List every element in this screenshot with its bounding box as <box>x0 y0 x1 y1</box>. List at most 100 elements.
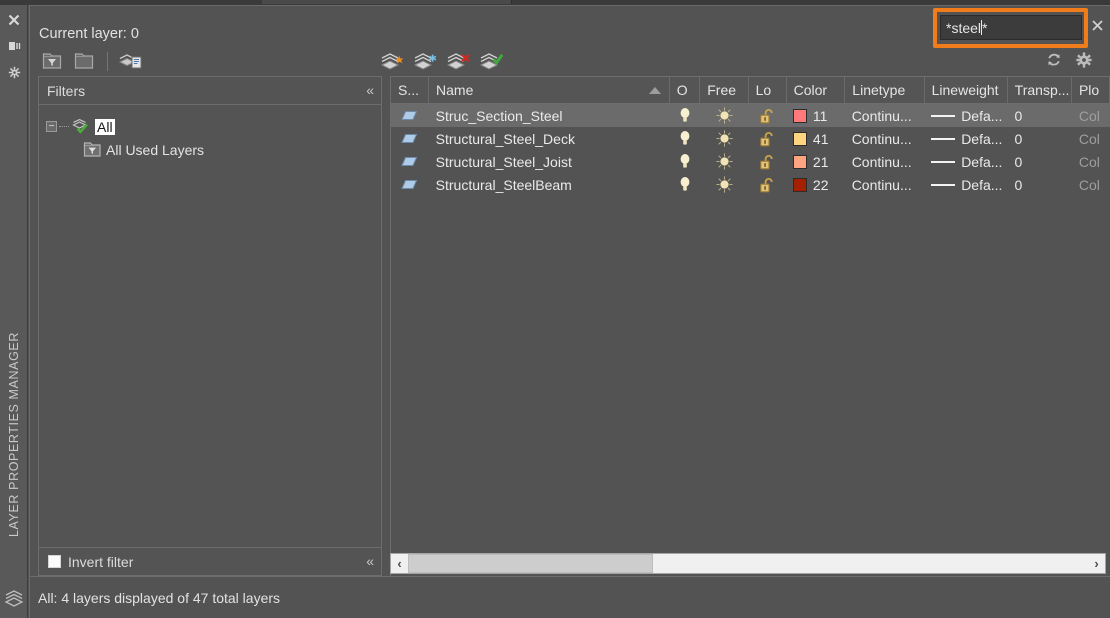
invert-filter-checkbox[interactable] <box>48 555 61 568</box>
filters-collapse-icon[interactable]: « <box>366 82 372 98</box>
layer-freeze-sun-icon[interactable] <box>700 173 748 196</box>
layer-name-cell[interactable]: Struc_Section_Steel <box>429 104 670 127</box>
tree-item-all[interactable]: − All <box>46 115 381 138</box>
column-header-name-label: Name <box>436 82 473 98</box>
new-group-filter-button[interactable] <box>70 48 98 74</box>
color-swatch <box>793 109 807 123</box>
layer-freeze-sun-icon[interactable] <box>700 150 748 173</box>
layer-lock-open-icon[interactable] <box>748 127 786 150</box>
layer-on-bulb-icon[interactable] <box>670 173 700 196</box>
layer-name-cell[interactable]: Structural_Steel_Deck <box>429 127 670 150</box>
scrollbar-thumb[interactable] <box>408 554 653 573</box>
color-number: 41 <box>813 131 829 147</box>
gear-icon[interactable] <box>1075 51 1093 69</box>
column-header-color[interactable]: Color <box>787 77 846 103</box>
new-property-filter-button[interactable] <box>38 48 66 74</box>
layer-states-manager-button[interactable] <box>117 48 145 74</box>
layer-status-icon[interactable] <box>391 150 429 173</box>
rail-icon-group <box>0 7 28 85</box>
table-row[interactable]: Structural_Steel_Joist 21Continu...Defa..… <box>391 150 1110 173</box>
layer-transparency-cell[interactable]: 0 <box>1007 173 1071 196</box>
scroll-left-arrow-icon[interactable]: ‹ <box>391 554 408 573</box>
layer-color-cell[interactable]: 11 <box>786 104 845 127</box>
color-number: 22 <box>813 177 829 193</box>
column-header-transparency[interactable]: Transp... <box>1008 77 1072 103</box>
layer-on-bulb-icon[interactable] <box>670 127 700 150</box>
column-header-freeze[interactable]: Free <box>700 77 748 103</box>
layer-lock-open-icon[interactable] <box>748 173 786 196</box>
invert-filter-row[interactable]: Invert filter « <box>39 547 381 575</box>
layer-linetype-cell[interactable]: Continu... <box>845 104 925 127</box>
column-header-linetype[interactable]: Linetype <box>845 77 924 103</box>
column-header-lock[interactable]: Lo <box>749 77 787 103</box>
search-input[interactable]: *steel* <box>940 15 1082 40</box>
layer-transparency-cell[interactable]: 0 <box>1007 104 1071 127</box>
horizontal-scrollbar[interactable]: ‹ › <box>390 553 1106 574</box>
auto-hide-icon[interactable] <box>0 33 28 59</box>
layer-color-cell[interactable]: 41 <box>786 127 845 150</box>
layer-name-cell[interactable]: Structural_Steel_Joist <box>429 150 670 173</box>
scrollbar-track[interactable] <box>408 554 1088 573</box>
layer-linetype-cell[interactable]: Continu... <box>845 150 925 173</box>
layer-lock-open-icon[interactable] <box>748 150 786 173</box>
layer-plotstyle-cell: Col <box>1072 150 1110 173</box>
refresh-icon[interactable] <box>1045 51 1063 69</box>
tree-item-all-used-layers[interactable]: All Used Layers <box>46 138 381 161</box>
color-swatch <box>793 155 807 169</box>
layer-status-icon[interactable] <box>391 127 429 150</box>
sort-ascending-icon <box>649 87 661 94</box>
column-header-status[interactable]: S... <box>391 77 429 103</box>
layer-lineweight-cell[interactable]: Defa... <box>924 127 1007 150</box>
column-header-lineweight[interactable]: Lineweight <box>925 77 1008 103</box>
delete-layer-button[interactable] <box>444 49 472 75</box>
lineweight-preview-line <box>931 138 955 140</box>
layer-color-cell[interactable]: 21 <box>786 150 845 173</box>
new-layer-vp-frozen-button[interactable] <box>411 49 439 75</box>
layer-transparency-cell[interactable]: 0 <box>1007 150 1071 173</box>
layer-freeze-sun-icon[interactable] <box>700 104 748 127</box>
column-header-name[interactable]: Name <box>429 77 670 103</box>
layer-color-cell[interactable]: 22 <box>786 173 845 196</box>
layer-lineweight-cell[interactable]: Defa... <box>924 150 1007 173</box>
layers-stack-icon[interactable] <box>0 584 28 614</box>
tree-item-label-all-used-layers: All Used Layers <box>106 142 204 158</box>
clear-search-icon[interactable] <box>1091 19 1104 35</box>
search-area: *steel* <box>940 11 1090 43</box>
search-text-before-caret: *steel <box>946 20 981 36</box>
layer-table: S... Name O Free Lo Color Linetype Linew… <box>390 76 1110 576</box>
layer-name-cell[interactable]: Structural_SteelBeam <box>429 173 670 196</box>
layer-on-bulb-icon[interactable] <box>670 150 700 173</box>
expander-icon[interactable]: − <box>46 121 57 132</box>
table-header-row: S... Name O Free Lo Color Linetype Linew… <box>391 77 1110 104</box>
panel-body: Current layer: 0 *steel* <box>29 5 1110 618</box>
color-swatch <box>793 132 807 146</box>
layer-status-icon[interactable] <box>391 173 429 196</box>
column-header-on[interactable]: O <box>670 77 701 103</box>
layer-lock-open-icon[interactable] <box>748 104 786 127</box>
status-bar: All: 4 layers displayed of 47 total laye… <box>30 576 1110 618</box>
table-row[interactable]: Structural_SteelBeam 22 Continu...Defa...0… <box>391 173 1110 196</box>
column-header-plot[interactable]: Plo <box>1072 77 1110 103</box>
layer-status-icon[interactable] <box>391 104 429 127</box>
layer-linetype-cell[interactable]: Continu... <box>845 127 925 150</box>
layer-freeze-sun-icon[interactable] <box>700 127 748 150</box>
layer-on-bulb-icon[interactable] <box>670 104 700 127</box>
new-layer-button[interactable] <box>378 49 406 75</box>
scroll-right-arrow-icon[interactable]: › <box>1088 554 1105 573</box>
layer-plotstyle-cell: Col <box>1072 173 1110 196</box>
color-swatch <box>793 178 807 192</box>
toolbar-separator <box>107 52 108 71</box>
tree-connector <box>59 126 69 127</box>
layer-lineweight-cell[interactable]: Defa... <box>924 173 1007 196</box>
layer-lineweight-cell[interactable]: Defa... <box>924 104 1007 127</box>
table-row[interactable]: Structural_Steel_Deck 41 Continu...Defa...… <box>391 127 1110 150</box>
layer-linetype-cell[interactable]: Continu... <box>845 173 925 196</box>
filters-header: Filters « <box>39 77 381 105</box>
table-row[interactable]: Struc_Section_Steel11Continu...Defa...0C… <box>391 104 1110 127</box>
close-icon[interactable] <box>0 7 28 33</box>
status-text: All: 4 layers displayed of 47 total laye… <box>38 590 280 606</box>
set-current-layer-button[interactable] <box>477 49 505 75</box>
panel-properties-icon[interactable] <box>0 59 28 85</box>
layer-transparency-cell[interactable]: 0 <box>1007 127 1071 150</box>
filters-pane-collapse-icon[interactable]: « <box>366 553 372 569</box>
